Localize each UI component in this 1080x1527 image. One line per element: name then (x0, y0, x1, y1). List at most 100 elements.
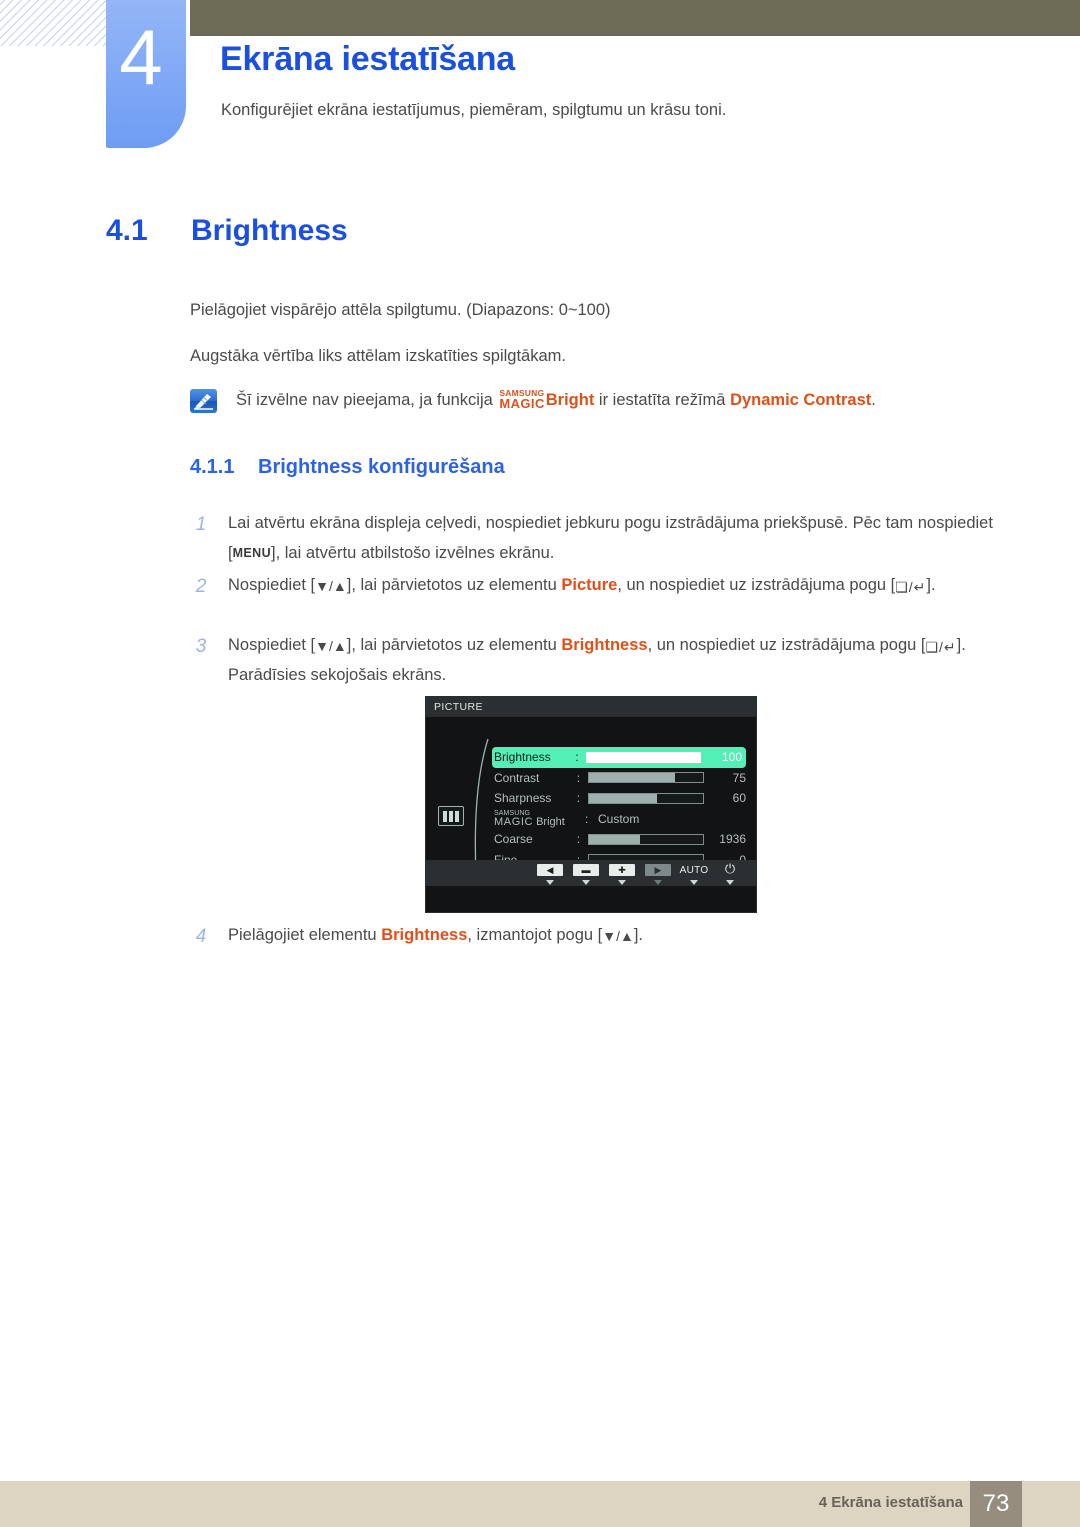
osd-row-contrast[interactable]: Contrast : 75 (494, 768, 750, 789)
step3-text-b: ], lai pārvietotos uz elementu (346, 636, 557, 654)
plus-icon: ✚ (609, 864, 635, 876)
osd-minus-button[interactable]: ▬ (568, 860, 604, 886)
auto-label: AUTO (679, 865, 709, 876)
menu-keycap: MENU (232, 546, 271, 561)
osd-row-colon: : (575, 750, 579, 765)
step4-text-a: Pielāgojiet elementu (228, 926, 377, 944)
osd-body: Brightness : 100 Contrast : 75 Sharpness… (426, 717, 756, 886)
osd-row-value: 1936 (719, 832, 746, 847)
chapter-subtitle: Konfigurējiet ekrāna iestatījumus, piemē… (221, 101, 727, 119)
enter-button-glyph: ❏/↵ (925, 639, 957, 655)
step-text: Lai atvērtu ekrāna displeja ceļvedi, nos… (228, 508, 1000, 568)
osd-magic-bottom: MAGIC (494, 815, 534, 828)
osd-right-arrow-button[interactable]: ▶ (640, 860, 676, 886)
step2-highlight: Picture (561, 576, 618, 594)
minus-icon: ▬ (573, 864, 599, 876)
osd-row-value: Custom (598, 811, 640, 826)
arrow-keys-glyph: ▼/▲ (315, 638, 347, 654)
osd-menu-list: Brightness : 100 Contrast : 75 Sharpness… (492, 747, 750, 870)
osd-auto-button[interactable]: AUTO (676, 860, 712, 886)
osd-row-slider[interactable] (587, 772, 705, 784)
osd-title: PICTURE (426, 697, 756, 717)
osd-row-label: Coarse (494, 832, 533, 847)
step-item: 2 Nospiediet [▼/▲], lai pārvietotos uz e… (190, 570, 1000, 600)
step2-text-b: ], lai pārvietotos uz elementu (346, 576, 557, 594)
step4-text-b: , izmantojot pogu [ (467, 926, 603, 944)
osd-row-value: 100 (721, 750, 743, 765)
step1-text-b: ], lai atvērtu atbilstošo izvēlnes ekrān… (271, 544, 555, 563)
osd-row-colon: : (576, 832, 581, 847)
osd-row-colon: : (576, 770, 581, 785)
osd-row-brightness[interactable]: Brightness : 100 (492, 747, 746, 768)
osd-plus-button[interactable]: ✚ (604, 860, 640, 886)
note-pen-icon (190, 389, 217, 413)
step-index: 4 (195, 926, 207, 947)
paragraph-higher-value: Augstāka vērtība liks attēlam izskatītie… (190, 347, 566, 365)
osd-menu-figure: PICTURE Brightness : 100 Contrast : 75 S… (426, 697, 756, 912)
step4-highlight: Brightness (381, 926, 468, 944)
step2-text-a: Nospiediet [ (228, 576, 316, 594)
page-number-box: 73 (970, 1481, 1022, 1527)
subsection-number: 4.1.1 (190, 456, 235, 478)
section-heading: 4.1 Brightness (106, 214, 348, 248)
osd-row-label: Brightness (494, 750, 551, 765)
chapter-title: Ekrāna iestatīšana (220, 40, 516, 78)
left-arrow-icon: ◀ (537, 864, 563, 876)
osd-row-slider[interactable] (587, 833, 705, 845)
osd-row-sharpness[interactable]: Sharpness : 60 (494, 788, 750, 809)
osd-row-coarse[interactable]: Coarse : 1936 (494, 829, 750, 850)
arrow-keys-glyph: ▼/▲ (315, 578, 347, 594)
osd-row-label: Contrast (494, 770, 540, 785)
chapter-number: 4 (119, 13, 162, 101)
subsection-title: Brightness konfigurēšana (258, 456, 505, 478)
corner-hatch-decoration (0, 0, 112, 46)
step4-text-c: ]. (633, 926, 643, 944)
osd-row-magicbright[interactable]: SAMSUNG MAGIC Bright : Custom (494, 809, 750, 830)
note-text-middle: ir iestatīta režīmā (598, 391, 726, 409)
note-block: Šī izvēlne nav pieejama, ja funkcija SAM… (190, 388, 876, 413)
footer-chapter-label: 4 Ekrāna iestatīšana (818, 1494, 963, 1511)
osd-power-button[interactable]: ⏻ (712, 860, 748, 886)
chapter-badge: 4 (106, 0, 186, 148)
step-item: 1 Lai atvērtu ekrāna displeja ceļvedi, n… (190, 508, 1000, 568)
step-text: Pielāgojiet elementu Brightness, izmanto… (228, 920, 1000, 950)
osd-row-value: 75 (732, 770, 746, 785)
note-text-before: Šī izvēlne nav pieejama, ja funkcija (236, 391, 493, 409)
osd-row-colon: : (576, 791, 581, 806)
magic-bright-suffix: Bright (545, 391, 595, 409)
step-item: 3 Nospiediet [▼/▲], lai pārvietotos uz e… (190, 630, 1000, 690)
osd-magic-suffix: Bright (536, 815, 565, 828)
osd-row-colon: : (585, 811, 589, 826)
button-indicator-triangle (654, 880, 662, 885)
osd-row-label: SAMSUNG MAGIC Bright (494, 810, 585, 828)
step3-text-a: Nospiediet [ (228, 636, 316, 654)
osd-left-arrow-button[interactable]: ◀ (532, 860, 568, 886)
step-index: 2 (195, 576, 207, 597)
osd-row-value: 60 (732, 791, 746, 806)
button-indicator-triangle (582, 880, 590, 885)
section-title: Brightness (191, 214, 348, 247)
step2-text-d: ]. (926, 576, 936, 594)
button-indicator-triangle (546, 880, 554, 885)
osd-button-bar: ◀ ▬ ✚ ▶ AUTO ⏻ (426, 860, 756, 886)
step-text: Nospiediet [▼/▲], lai pārvietotos uz ele… (228, 630, 1000, 690)
section-number: 4.1 (106, 214, 148, 247)
right-arrow-icon: ▶ (645, 864, 671, 876)
note-highlight: Dynamic Contrast (730, 391, 872, 409)
header-olive-bar (190, 0, 1080, 36)
step-index: 1 (195, 514, 207, 535)
step-item: 4 Pielāgojiet elementu Brightness, izman… (190, 920, 1000, 950)
osd-magic-mark: SAMSUNG MAGIC (494, 810, 533, 828)
note-text: Šī izvēlne nav pieejama, ja funkcija SAM… (236, 388, 876, 412)
paragraph-range: Pielāgojiet vispārējo attēla spilgtumu. … (190, 301, 611, 319)
button-indicator-triangle (618, 880, 626, 885)
osd-row-slider[interactable] (586, 751, 701, 763)
step-text: Nospiediet [▼/▲], lai pārvietotos uz ele… (228, 570, 1000, 600)
step2-text-c: , un nospiediet uz izstrādājuma pogu [ (617, 576, 896, 594)
step3-highlight: Brightness (561, 636, 648, 654)
magic-mark-bottom: MAGIC (499, 396, 545, 411)
magic-mark: SAMSUNG MAGIC (499, 389, 545, 411)
osd-row-slider[interactable] (587, 792, 705, 804)
osd-row-label: Sharpness (494, 791, 552, 806)
power-icon: ⏻ (724, 861, 736, 876)
